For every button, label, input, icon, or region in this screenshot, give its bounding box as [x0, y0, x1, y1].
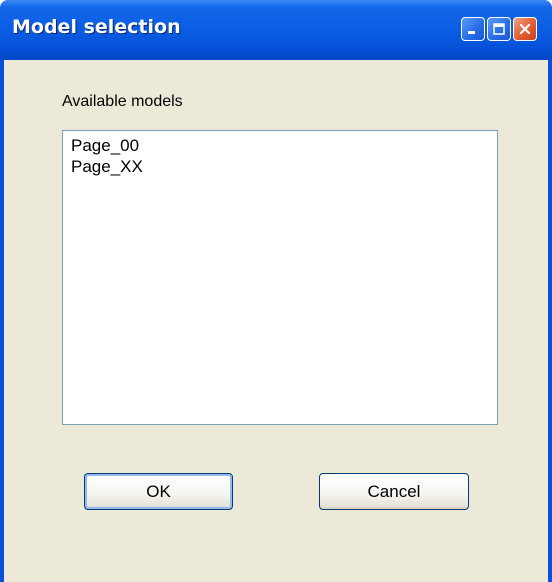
close-button[interactable] — [513, 17, 537, 41]
minimize-button[interactable] — [461, 17, 485, 41]
maximize-button[interactable] — [487, 17, 511, 41]
title-bar[interactable]: Model selection — [0, 0, 552, 60]
window-title: Model selection — [12, 16, 181, 38]
minimize-icon — [468, 31, 475, 34]
dialog-window: Model selection Available models Page_00… — [0, 0, 552, 582]
maximize-icon — [493, 23, 505, 35]
list-item[interactable]: Page_XX — [71, 156, 497, 177]
dialog-body: Available models Page_00 Page_XX OK Canc… — [4, 60, 548, 582]
ok-button[interactable]: OK — [84, 473, 233, 510]
cancel-button[interactable]: Cancel — [319, 473, 469, 510]
close-icon — [519, 23, 531, 35]
list-item[interactable]: Page_00 — [71, 135, 497, 156]
models-listbox[interactable]: Page_00 Page_XX — [62, 130, 498, 425]
available-models-label: Available models — [62, 93, 183, 110]
